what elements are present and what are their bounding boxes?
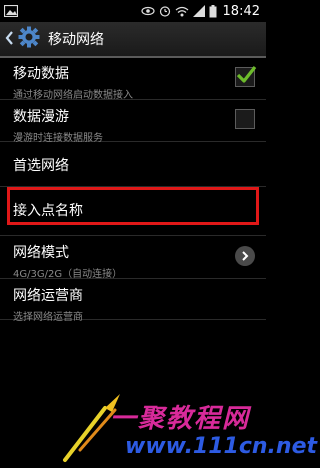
eye-icon [140, 6, 155, 16]
setting-title: 网络运营商 [13, 288, 83, 304]
watermark-title: 一聚教程网 [110, 404, 251, 434]
setting-mobile-data[interactable]: 移动数据 通过移动网络启动数据接入 [0, 58, 266, 101]
signal-icon [192, 5, 205, 17]
setting-title: 首选网络 [13, 158, 69, 174]
setting-title: 移动数据 [13, 66, 69, 82]
status-bar: 18:42 [0, 0, 266, 22]
alarm-icon [159, 5, 171, 17]
gear-icon[interactable] [18, 26, 40, 52]
setting-preferred-network[interactable]: 首选网络 [0, 142, 266, 187]
back-arrow-icon[interactable] [5, 30, 14, 49]
setting-network-mode[interactable]: 网络模式 4G/3G/2G（自动连接） [0, 236, 266, 280]
check-icon [236, 66, 257, 83]
mobile-data-checkbox[interactable] [235, 66, 257, 87]
data-roaming-checkbox[interactable] [235, 109, 255, 129]
setting-subtitle: 4G/3G/2G（自动连接） [13, 269, 123, 280]
setting-data-roaming[interactable]: 数据漫游 漫游时连接数据服务 [0, 100, 266, 144]
setting-access-point-names[interactable]: 接入点名称 [0, 187, 266, 236]
page-title: 移动网络 [48, 32, 104, 48]
chevron-right-icon[interactable] [235, 246, 255, 266]
watermark-url: www.111cn.net [125, 434, 318, 459]
setting-subtitle: 通过移动网络启动数据接入 [13, 90, 133, 101]
battery-icon [209, 4, 217, 18]
highlight-box [7, 187, 259, 225]
action-bar: 移动网络 [0, 22, 266, 58]
watermark-logo: 一聚教程网 www.111cn.net [60, 390, 317, 464]
setting-subtitle: 选择网络运营商 [13, 312, 83, 323]
settings-list: 移动数据 通过移动网络启动数据接入 数据漫游 漫游时连接数据服务 首选网络 接入… [0, 58, 266, 323]
image-icon [4, 5, 18, 17]
setting-title: 数据漫游 [13, 109, 69, 125]
wifi-icon [175, 6, 189, 17]
setting-network-operators[interactable]: 网络运营商 选择网络运营商 [0, 279, 266, 323]
clock: 18:42 [222, 3, 260, 19]
setting-title: 网络模式 [13, 245, 69, 261]
